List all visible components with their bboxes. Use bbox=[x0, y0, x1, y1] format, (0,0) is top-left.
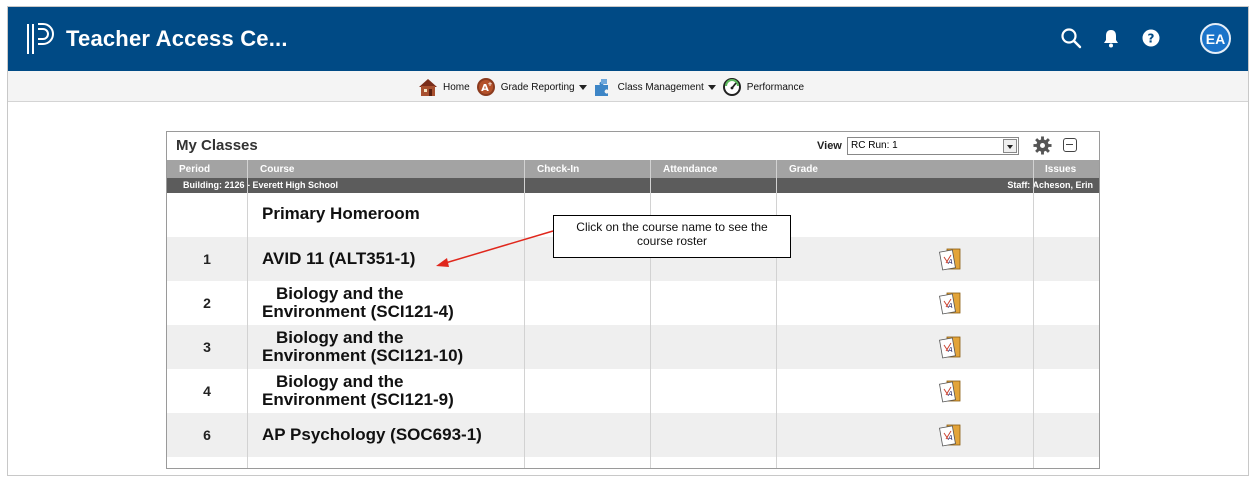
performance-icon bbox=[722, 78, 741, 96]
staff-label: Staff: Acheson, Erin bbox=[1007, 180, 1093, 190]
callout-line-2: course roster bbox=[636, 234, 708, 248]
course-name-line: Environment (SCI121-4) bbox=[262, 302, 454, 321]
course-link[interactable]: Primary Homeroom bbox=[262, 205, 420, 223]
period-cell: 6 bbox=[203, 427, 211, 443]
nav-grade-reporting[interactable]: A + Grade Reporting bbox=[476, 77, 587, 97]
view-select-value: RC Run: 1 bbox=[851, 140, 898, 151]
view-select[interactable]: RC Run: 1 bbox=[847, 137, 1019, 155]
svg-text:A: A bbox=[947, 390, 953, 398]
panel-title: My Classes bbox=[176, 137, 258, 154]
period-cell: 2 bbox=[203, 295, 211, 311]
nav-performance-label: Performance bbox=[746, 81, 805, 93]
nav-home-label: Home bbox=[443, 81, 470, 93]
column-header-issues: Issues bbox=[1045, 164, 1077, 175]
svg-text:A: A bbox=[947, 258, 953, 266]
main-nav-bar: Home A + Grade Reporting Class Managemen… bbox=[8, 71, 1248, 102]
period-cell: 3 bbox=[203, 339, 211, 355]
column-divider bbox=[247, 160, 248, 468]
my-classes-panel: My Classes View RC Run: 1 Period Course … bbox=[166, 131, 1100, 469]
course-name-line: Environment (SCI121-9) bbox=[262, 390, 454, 409]
grade-reporting-icon: A + bbox=[476, 78, 495, 96]
gradebook-icon[interactable]: A bbox=[938, 291, 962, 315]
period-cell: 4 bbox=[203, 383, 211, 399]
building-bar: Building: 2126 - Everett High School Sta… bbox=[167, 178, 1099, 193]
gear-icon[interactable] bbox=[1033, 136, 1052, 155]
course-link[interactable]: AVID 11 (ALT351-1) bbox=[262, 250, 415, 268]
home-icon bbox=[419, 79, 437, 96]
course-link[interactable]: Biology and the Environment (SCI121-9) bbox=[262, 373, 454, 409]
course-name-line: Biology and the bbox=[276, 328, 404, 347]
table-row: 3 Biology and the Environment (SCI121-10… bbox=[167, 325, 1099, 369]
gradebook-icon[interactable]: A bbox=[938, 379, 962, 403]
column-divider bbox=[1033, 160, 1034, 468]
nav-class-management[interactable]: Class Management bbox=[593, 77, 716, 97]
column-divider bbox=[650, 160, 651, 468]
svg-text:A: A bbox=[947, 302, 953, 310]
column-header-attendance: Attendance bbox=[663, 164, 718, 175]
bell-icon[interactable] bbox=[1100, 27, 1122, 49]
gradebook-icon[interactable]: A bbox=[938, 247, 962, 271]
column-header-grade: Grade bbox=[789, 164, 818, 175]
panel-header: My Classes View RC Run: 1 bbox=[167, 132, 1099, 158]
nav-grade-reporting-label: Grade Reporting bbox=[500, 81, 575, 93]
nav-class-management-label: Class Management bbox=[617, 81, 704, 93]
svg-text:A: A bbox=[947, 434, 953, 442]
course-link[interactable]: Biology and the Environment (SCI121-4) bbox=[262, 285, 454, 321]
column-header-course: Course bbox=[260, 164, 295, 175]
svg-text:A: A bbox=[947, 346, 953, 354]
course-link[interactable]: Biology and the Environment (SCI121-10) bbox=[262, 329, 463, 365]
course-name-line: Biology and the bbox=[276, 284, 404, 303]
user-avatar[interactable]: EA bbox=[1200, 23, 1231, 54]
help-icon[interactable]: ? bbox=[1140, 27, 1162, 49]
building-label: Building: 2126 - Everett High School bbox=[183, 180, 339, 190]
class-management-icon bbox=[594, 79, 608, 96]
table-row: 6 AP Psychology (SOC693-1) A bbox=[167, 413, 1099, 457]
view-label: View bbox=[817, 140, 842, 152]
app-title: Teacher Access Ce... bbox=[66, 26, 288, 51]
instruction-callout: Click on the course name to see the cour… bbox=[553, 215, 791, 258]
gradebook-icon[interactable]: A bbox=[938, 423, 962, 447]
period-cell: 1 bbox=[203, 251, 211, 267]
collapse-panel-button[interactable] bbox=[1063, 138, 1077, 152]
column-header-period: Period bbox=[179, 164, 211, 175]
column-divider bbox=[524, 160, 525, 468]
chevron-down-icon bbox=[707, 84, 716, 90]
svg-text:?: ? bbox=[1148, 32, 1155, 46]
table-row: 2 Biology and the Environment (SCI121-4)… bbox=[167, 281, 1099, 325]
callout-line-1: Click on the course name to see the bbox=[576, 220, 768, 234]
top-header-bar: Teacher Access Ce... ? EA bbox=[8, 7, 1248, 71]
nav-performance[interactable]: Performance bbox=[722, 77, 804, 97]
course-name-line: Environment (SCI121-10) bbox=[262, 346, 464, 365]
chevron-down-icon[interactable] bbox=[1003, 139, 1017, 153]
column-divider bbox=[776, 160, 777, 468]
course-name-line: Biology and the bbox=[276, 372, 404, 391]
gradebook-icon[interactable]: A bbox=[938, 335, 962, 359]
column-header-check-in: Check-In bbox=[537, 164, 580, 175]
powerschool-logo-icon[interactable] bbox=[25, 22, 55, 56]
table-row: 4 Biology and the Environment (SCI121-9)… bbox=[167, 369, 1099, 413]
svg-text:+: + bbox=[487, 81, 492, 88]
course-link[interactable]: AP Psychology (SOC693-1) bbox=[262, 426, 482, 444]
search-icon[interactable] bbox=[1060, 27, 1082, 49]
table-header: Period Course Check-In Attendance Grade … bbox=[167, 160, 1099, 178]
chevron-down-icon bbox=[578, 84, 587, 90]
nav-home[interactable]: Home bbox=[418, 77, 470, 97]
